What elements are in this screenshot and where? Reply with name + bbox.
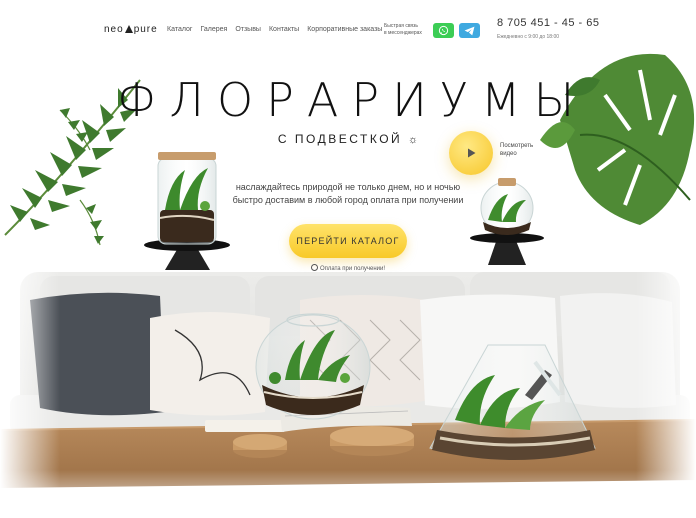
nav-item-contacts[interactable]: Контакты (269, 26, 299, 33)
telegram-button[interactable] (459, 23, 480, 38)
page-title: ФЛОРАРИУМЫ (116, 73, 588, 127)
hero-description-line-1: наслаждайтесь природой не только днем, н… (235, 182, 461, 192)
quick-contact-line-1: Быстрая связь (384, 23, 419, 29)
play-icon (468, 148, 476, 158)
go-to-catalog-button[interactable]: ПЕРЕЙТИ КАТАЛОГ (289, 224, 407, 258)
terrarium-jar-left (144, 152, 230, 270)
sofa (10, 272, 690, 435)
main-nav: Каталог Галерея Отзывы Контакты Корпорат… (167, 26, 382, 33)
sun-icon: ☼ (408, 134, 419, 146)
telegram-icon (464, 26, 475, 35)
payment-note-text: Оплата при получении! (319, 266, 385, 272)
terrarium-jar-right (470, 178, 544, 265)
page-subtitle: С ПОДВЕСТКОЙ ☼ (0, 132, 696, 146)
phone-number[interactable]: 8 705 451 - 45 - 65 (497, 17, 599, 29)
check-circle-icon (310, 264, 318, 271)
logo-text-right: pure (133, 24, 158, 35)
coffee-table (0, 406, 696, 488)
terrarium-center (255, 313, 371, 420)
terrarium-cone (429, 344, 596, 460)
nav-item-reviews[interactable]: Отзывы (235, 26, 261, 33)
play-video-label[interactable]: Посмотреть видео (500, 142, 544, 158)
play-video-label-line-2: видео (500, 151, 517, 157)
nav-item-catalog[interactable]: Каталог (167, 26, 192, 33)
logo-text-left: neo (104, 24, 124, 35)
logo[interactable]: neo pure (104, 24, 158, 35)
nav-item-corporate[interactable]: Корпоративные заказы (307, 26, 382, 33)
payment-note: Оплата при получении! (0, 264, 696, 272)
cushions (30, 292, 676, 416)
play-video-button[interactable] (449, 131, 493, 175)
working-hours: Ежедневно с 9:00 до 18:00 (497, 34, 560, 40)
nav-item-gallery[interactable]: Галерея (200, 26, 227, 33)
subtitle-text: С ПОДВЕСТКОЙ (277, 132, 403, 146)
quick-contact-label: Быстрая связь в мессенджерах (384, 23, 432, 37)
play-video-label-line-1: Посмотреть (500, 143, 534, 149)
hero-description-line-2: быстро доставим в любой город оплата при… (232, 195, 464, 205)
logo-mark-icon (124, 25, 133, 33)
whatsapp-icon (438, 25, 449, 36)
hero-description: наслаждайтесь природой не только днем, н… (220, 181, 476, 207)
whatsapp-button[interactable] (433, 23, 454, 38)
quick-contact-line-2: в мессенджерах (384, 30, 422, 36)
